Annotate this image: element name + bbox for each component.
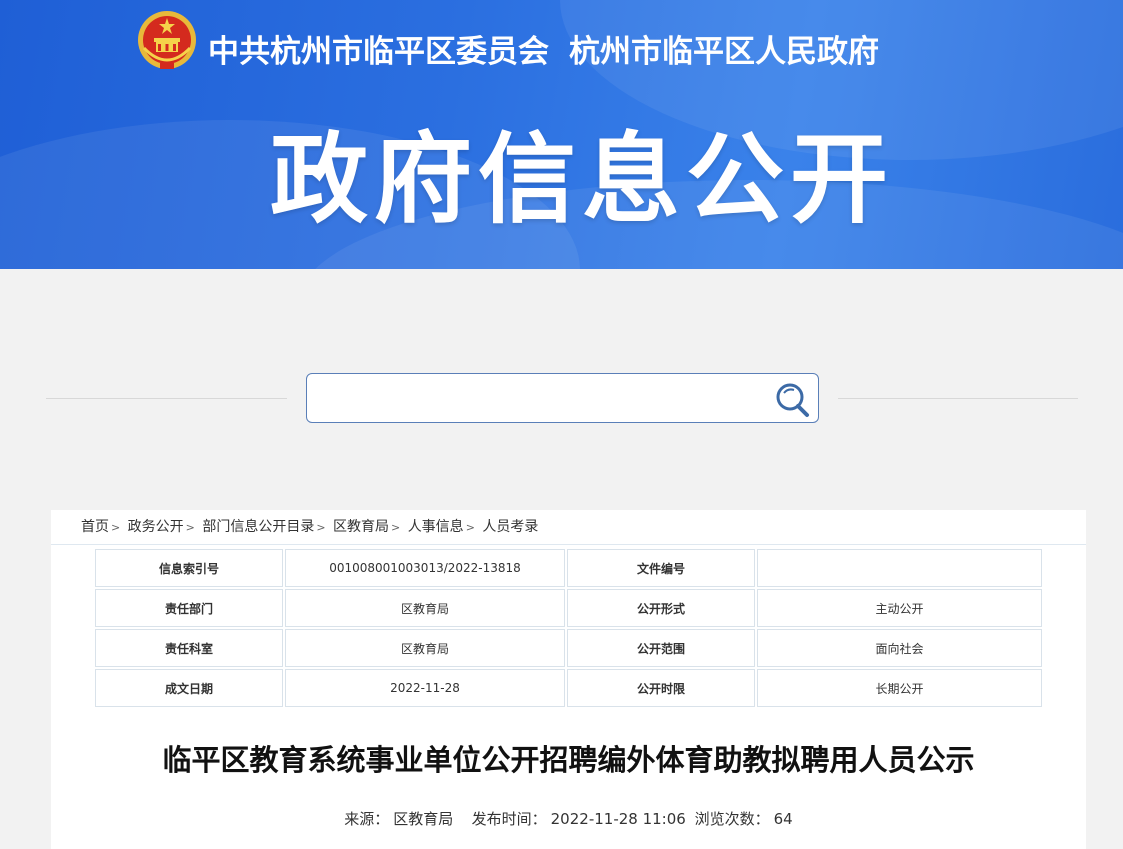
responsible-section-value: 区教育局	[285, 629, 565, 667]
header-banner: 中共杭州市临平区委员会 杭州市临平区人民政府 政府信息公开	[0, 0, 1123, 269]
search-divider-left	[46, 398, 287, 399]
article-meta: 来源： 区教育局 发布时间： 2022-11-28 11:06 浏览次数： 64	[51, 808, 1086, 829]
source-label: 来源：	[344, 810, 390, 828]
search-divider-right	[838, 398, 1078, 399]
search-icon	[776, 383, 809, 417]
disclosure-scope-label: 公开范围	[567, 629, 755, 667]
breadcrumb-gov-affairs[interactable]: 政务公开	[128, 519, 184, 535]
breadcrumb-separator-icon: >	[465, 521, 475, 534]
breadcrumb: 首页 > 政务公开 > 部门信息公开目录 > 区教育局 > 人事信息 > 人员考录	[81, 516, 538, 536]
disclosure-form-value: 主动公开	[757, 589, 1042, 627]
disclosure-period-label: 公开时限	[567, 669, 755, 707]
disclosure-scope-value: 面向社会	[757, 629, 1042, 667]
responsible-section-label: 责任科室	[95, 629, 283, 667]
breadcrumb-separator-icon: >	[391, 521, 401, 534]
breadcrumb-divider	[51, 544, 1086, 545]
written-date-value: 2022-11-28	[285, 669, 565, 707]
breadcrumb-recruitment[interactable]: 人员考录	[482, 519, 538, 535]
org-gov-name: 杭州市临平区人民政府	[569, 34, 879, 70]
table-row: 信息索引号 001008001003013/2022-13818 文件编号	[95, 549, 1042, 587]
search-button[interactable]	[772, 380, 814, 418]
article-title: 临平区教育系统事业单位公开招聘编外体育助教拟聘用人员公示	[162, 743, 975, 777]
breadcrumb-home[interactable]: 首页	[81, 519, 109, 535]
page-title: 政府信息公开	[270, 123, 895, 237]
breadcrumb-separator-icon: >	[111, 521, 121, 534]
disclosure-form-label: 公开形式	[567, 589, 755, 627]
view-count-value: 64	[773, 810, 793, 828]
organization-name: 中共杭州市临平区委员会 杭州市临平区人民政府	[208, 26, 879, 71]
responsible-dept-label: 责任部门	[95, 589, 283, 627]
publish-time-label: 发布时间：	[471, 810, 547, 828]
index-number-label: 信息索引号	[95, 549, 283, 587]
written-date-label: 成文日期	[95, 669, 283, 707]
source-value: 区教育局	[393, 810, 454, 828]
breadcrumb-personnel-info[interactable]: 人事信息	[408, 519, 464, 535]
responsible-dept-value: 区教育局	[285, 589, 565, 627]
info-metadata-table: 信息索引号 001008001003013/2022-13818 文件编号 责任…	[93, 547, 1044, 709]
national-emblem-icon	[138, 11, 196, 69]
search-box	[306, 373, 819, 423]
table-row: 责任科室 区教育局 公开范围 面向社会	[95, 629, 1042, 667]
search-input[interactable]	[317, 382, 757, 414]
disclosure-period-value: 长期公开	[757, 669, 1042, 707]
breadcrumb-dept-catalog[interactable]: 部门信息公开目录	[202, 519, 314, 535]
content-panel: 首页 > 政务公开 > 部门信息公开目录 > 区教育局 > 人事信息 > 人员考录 信息索…	[51, 510, 1086, 849]
breadcrumb-education-bureau[interactable]: 区教育局	[333, 519, 389, 535]
publish-time-value: 2022-11-28 11:06	[550, 810, 686, 828]
view-count-label: 浏览次数：	[694, 810, 770, 828]
doc-number-label: 文件编号	[567, 549, 755, 587]
table-row: 成文日期 2022-11-28 公开时限 长期公开	[95, 669, 1042, 707]
index-number-value: 001008001003013/2022-13818	[285, 549, 565, 587]
breadcrumb-separator-icon: >	[316, 521, 326, 534]
org-party-name: 中共杭州市临平区委员会	[208, 34, 549, 70]
doc-number-value	[757, 549, 1042, 587]
table-row: 责任部门 区教育局 公开形式 主动公开	[95, 589, 1042, 627]
breadcrumb-separator-icon: >	[185, 521, 195, 534]
